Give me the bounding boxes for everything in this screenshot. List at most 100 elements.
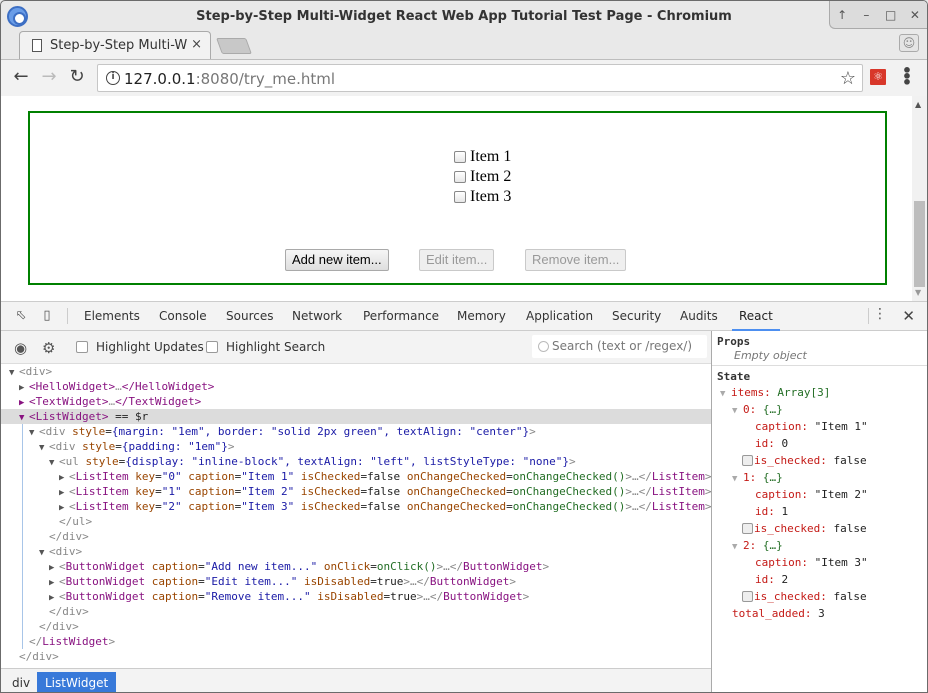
add-item-button[interactable]: Add new item... <box>285 249 389 271</box>
tree-node-list-widget[interactable]: ▼ <ListWidget> == $r <box>1 409 711 424</box>
state-item-is-checked[interactable]: is_checked: false <box>742 453 867 468</box>
list-item: Item 3 <box>454 187 511 207</box>
document-icon <box>32 39 42 52</box>
devtools-panel: ⬁ ▯ Elements Console Sources Network Per… <box>1 301 927 692</box>
window-raise-button[interactable]: ↑ <box>833 8 851 22</box>
forward-button[interactable]: → <box>37 66 61 90</box>
state-item-0[interactable]: ▼ 0: {…} <box>732 402 783 417</box>
tab-security[interactable]: Security <box>605 302 668 331</box>
window-maximize-button[interactable]: □ <box>882 8 900 22</box>
tree-node-div-close: </div> <box>49 605 89 618</box>
highlight-updates-toggle[interactable]: Highlight Updates <box>76 340 204 354</box>
tab-sources[interactable]: Sources <box>219 302 280 331</box>
tree-node-div-margin[interactable]: ▼ <div style={margin: "1em", border: "sol… <box>1 424 711 439</box>
item-checkbox[interactable] <box>454 191 466 203</box>
tree-node-list-item[interactable]: ▶ <ListItem key="0" caption="Item 1" isCh… <box>1 469 711 484</box>
tree-node-ul[interactable]: ▼ <ul style={display: "inline-block", tex… <box>1 454 711 469</box>
user-icon: ☺ <box>902 36 916 50</box>
reload-button[interactable]: ↻ <box>65 66 89 90</box>
props-state-pane: Props Empty object State ▼ items: Array[3… <box>711 331 927 692</box>
inspect-element-icon[interactable]: ⬁ <box>13 308 29 324</box>
react-devtools-icon[interactable]: ⚛ <box>870 69 886 85</box>
tree-node-button-widget[interactable]: ▶ <ButtonWidget caption="Add new item..."… <box>1 559 711 574</box>
item-checkbox[interactable] <box>454 151 466 163</box>
page-viewport: Item 1 Item 2 Item 3 Add new item... Edi… <box>1 96 912 301</box>
tree-node-root-div[interactable]: ▼ <div> <box>1 364 711 379</box>
list-widget: Item 1 Item 2 Item 3 Add new item... Edi… <box>28 111 887 285</box>
state-items[interactable]: ▼ items: Array[3] <box>720 385 830 400</box>
remove-item-button[interactable]: Remove item... <box>525 249 627 271</box>
is-checked-checkbox[interactable] <box>742 523 753 534</box>
state-item-id: id: 2 <box>755 573 789 586</box>
props-heading: Props <box>717 335 751 348</box>
tab-memory[interactable]: Memory <box>450 302 513 331</box>
url-text[interactable]: 127.0.0.1:8080/try_me.html <box>124 70 335 88</box>
expanded-arrow-icon[interactable]: ▼ <box>720 387 731 402</box>
tree-node-hello-widget[interactable]: ▶ <HelloWidget>…</HelloWidget> <box>1 379 711 394</box>
breadcrumb-div[interactable]: div <box>4 672 38 692</box>
expanded-arrow-icon[interactable]: ▼ <box>732 404 743 419</box>
scroll-up-arrow-icon[interactable]: ▲ <box>915 100 921 109</box>
browser-tab[interactable]: Step-by-Step Multi-W × <box>19 31 211 60</box>
tree-node-list-item[interactable]: ▶ <ListItem key="1" caption="Item 2" isCh… <box>1 484 711 499</box>
tab-network[interactable]: Network <box>285 302 349 331</box>
tree-node-button-widget[interactable]: ▶ <ButtonWidget caption="Remove item..." … <box>1 589 711 604</box>
breadcrumb-list-widget[interactable]: ListWidget <box>37 672 117 692</box>
search-icon <box>538 341 549 352</box>
bookmark-star-icon[interactable]: ☆ <box>840 68 856 89</box>
device-toolbar-icon[interactable]: ▯ <box>39 308 55 324</box>
url-host: 127.0.0.1 <box>124 70 196 88</box>
page-scrollbar[interactable]: ▲ ▼ <box>912 96 927 301</box>
is-checked-checkbox[interactable] <box>742 455 753 466</box>
browser-menu-button[interactable]: • • • <box>901 63 913 91</box>
search-input[interactable] <box>552 337 702 355</box>
component-search[interactable] <box>532 335 707 358</box>
tab-audits[interactable]: Audits <box>673 302 725 331</box>
window-controls: ↑ – □ ✕ <box>829 1 927 29</box>
tab-close-button[interactable]: × <box>191 37 202 52</box>
tree-node-text-widget[interactable]: ▶ <TextWidget>…</TextWidget> <box>1 394 711 409</box>
state-item-is-checked[interactable]: is_checked: false <box>742 589 867 604</box>
address-bar[interactable]: i 127.0.0.1:8080/try_me.html ☆ <box>97 64 863 92</box>
edit-item-button[interactable]: Edit item... <box>419 249 495 271</box>
item-checkbox[interactable] <box>454 171 466 183</box>
expanded-arrow-icon[interactable]: ▼ <box>732 472 743 487</box>
new-tab-button[interactable] <box>216 38 252 54</box>
window-close-button[interactable]: ✕ <box>906 8 924 22</box>
scrollbar-thumb[interactable] <box>914 201 925 287</box>
state-item-caption: caption: "Item 3" <box>755 556 868 569</box>
is-checked-checkbox[interactable] <box>742 591 753 602</box>
tab-console[interactable]: Console <box>152 302 214 331</box>
tab-elements[interactable]: Elements <box>77 302 147 331</box>
state-item-2[interactable]: ▼ 2: {…} <box>732 538 783 553</box>
tab-performance[interactable]: Performance <box>356 302 446 331</box>
profile-button[interactable]: ☺ <box>899 34 919 52</box>
breadcrumb: div ListWidget <box>1 668 711 692</box>
scroll-down-arrow-icon[interactable]: ▼ <box>915 288 921 297</box>
target-icon[interactable]: ◉ <box>14 339 27 357</box>
highlight-search-toggle[interactable]: Highlight Search <box>206 340 325 354</box>
tree-node-button-widget[interactable]: ▶ <ButtonWidget caption="Edit item..." is… <box>1 574 711 589</box>
tree-node-div-padding[interactable]: ▼ <div style={padding: "1em"}> <box>1 439 711 454</box>
highlight-search-checkbox[interactable] <box>206 341 218 353</box>
highlight-updates-checkbox[interactable] <box>76 341 88 353</box>
back-button[interactable]: ← <box>9 66 33 90</box>
tree-node-root-close: </div> <box>19 650 59 663</box>
tab-react[interactable]: React <box>732 302 780 331</box>
list-item: Item 2 <box>454 167 511 187</box>
expanded-arrow-icon[interactable]: ▼ <box>732 540 743 555</box>
state-item-1[interactable]: ▼ 1: {…} <box>732 470 783 485</box>
tree-node-list-item[interactable]: ▶ <ListItem key="2" caption="Item 3" isCh… <box>1 499 711 514</box>
state-item-is-checked[interactable]: is_checked: false <box>742 521 867 536</box>
info-icon[interactable]: i <box>106 71 120 85</box>
component-tree: ▼ <div> ▶ <HelloWidget>…</HelloWidget> ▶ <T… <box>1 364 711 667</box>
item-caption: Item 1 <box>470 148 512 165</box>
gear-icon[interactable]: ⚙ <box>42 339 55 357</box>
close-devtools-icon[interactable]: ✕ <box>902 307 915 325</box>
window-minimize-button[interactable]: – <box>857 8 875 22</box>
tab-application[interactable]: Application <box>519 302 600 331</box>
tree-node-button-div[interactable]: ▼ <div> <box>1 544 711 559</box>
tree-node-list-widget-close: </ListWidget> <box>29 635 116 648</box>
more-options-icon[interactable]: ⋮ <box>873 306 887 322</box>
highlight-updates-label: Highlight Updates <box>96 340 204 354</box>
